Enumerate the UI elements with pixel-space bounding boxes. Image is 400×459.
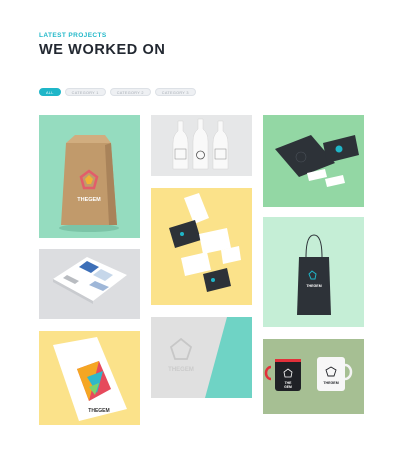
portfolio-item-brochure[interactable]: THEGEM [39,331,140,425]
embossed-logo-image: THEGEM [151,317,252,398]
mug-1-text-line-2: GEM [284,385,292,389]
portfolio-item-mugs[interactable]: THE GEM THEGEM [263,339,364,414]
magazine-image [39,249,140,319]
portfolio-item-business-cards[interactable] [151,188,252,305]
filter-all[interactable]: ALL [39,88,61,96]
business-cards-image [151,188,252,305]
bag-logo-text: THEGEM [77,197,101,203]
mug-2-logo-text: THEGEM [323,381,338,385]
portfolio-item-kraft-bag[interactable]: THEGEM [39,115,140,238]
brochure-image: THEGEM [39,331,140,425]
brochure-logo-text: THEGEM [88,408,109,414]
filter-category-3[interactable]: CATEGORY 3 [154,88,196,96]
shopping-bag-image: THEGEM [263,217,364,327]
stationery-image [263,115,364,207]
mugs-image: THE GEM THEGEM [263,339,364,414]
bottles-image [151,115,252,176]
kraft-bag-image: THEGEM [39,115,140,238]
portfolio-item-bottles[interactable] [151,115,252,176]
portfolio-item-embossed[interactable]: THEGEM [151,317,252,398]
embossed-logo-text: THEGEM [168,367,194,373]
portfolio-item-stationery[interactable] [263,115,364,207]
filter-category-2[interactable]: CATEGORY 2 [109,88,151,96]
portfolio-item-shopping-bag[interactable]: THEGEM [263,217,364,327]
section-eyebrow: LATEST PROJECTS [39,32,107,39]
filter-category-1[interactable]: CATEGORY 1 [64,88,106,96]
shopping-bag-logo-text: THEGEM [306,284,321,288]
category-filter-bar: ALL CATEGORY 1 CATEGORY 2 CATEGORY 3 [39,88,196,96]
section-title: WE WORKED ON [39,42,166,58]
portfolio-item-magazine[interactable] [39,249,140,319]
